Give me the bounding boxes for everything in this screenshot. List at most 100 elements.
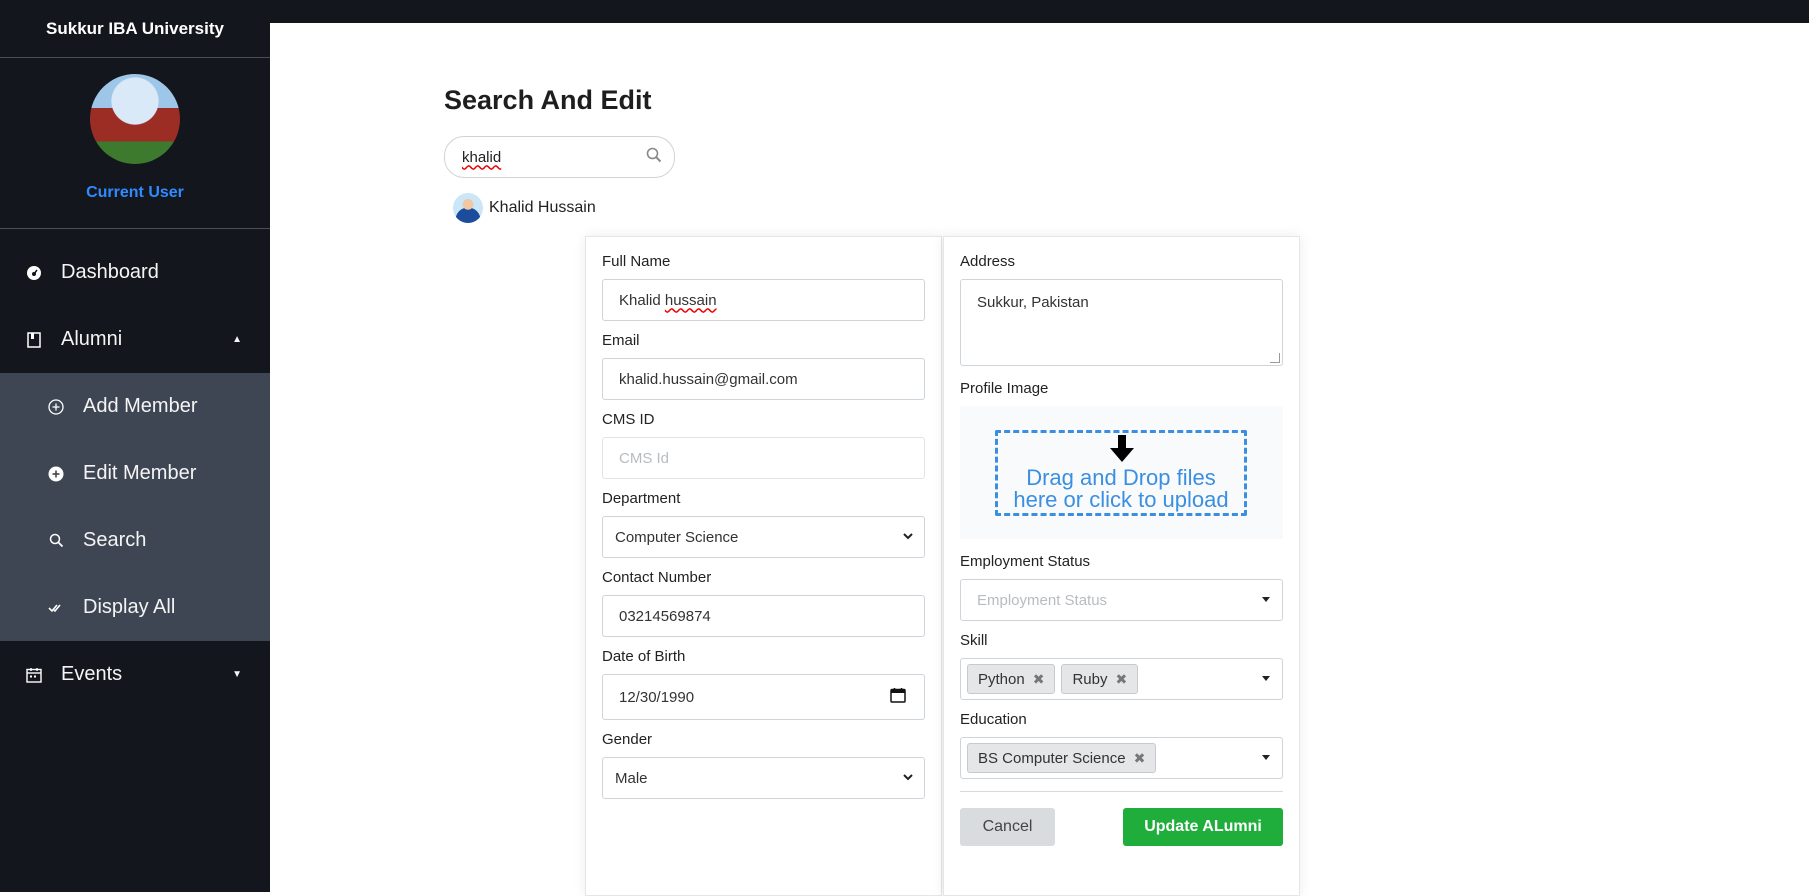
gender-label: Gender	[602, 731, 653, 748]
education-tag-label: BS Computer Science	[978, 749, 1126, 767]
search-icon[interactable]	[646, 147, 662, 163]
remove-tag-icon[interactable]: ✖	[1115, 671, 1127, 688]
email-label: Email	[602, 332, 640, 349]
sidebar-item-search[interactable]: Search	[0, 507, 270, 574]
email-group: Email khalid.hussain@gmail.com	[602, 332, 925, 400]
current-user-link[interactable]: Current User	[86, 184, 184, 202]
skill-group: Skill Python ✖ Ruby ✖	[960, 632, 1283, 700]
department-value: Computer Science	[615, 528, 739, 546]
skill-tag-label: Ruby	[1072, 670, 1108, 688]
education-tag: BS Computer Science ✖	[967, 743, 1157, 773]
avatar	[453, 193, 483, 223]
sidebar-item-dashboard[interactable]: Dashboard	[0, 239, 270, 306]
cancel-button[interactable]: Cancel	[960, 808, 1055, 846]
department-group: Department Computer Science	[602, 490, 925, 558]
full-name-last: hussain	[664, 291, 717, 309]
remove-tag-icon[interactable]: ✖	[1134, 750, 1146, 767]
calendar-icon[interactable]	[890, 687, 906, 703]
divider	[960, 791, 1283, 792]
education-multiselect[interactable]: BS Computer Science ✖	[960, 737, 1283, 779]
sidebar-item-label: Add Member	[83, 395, 198, 417]
file-dropzone[interactable]: Drag and Drop files here or click to upl…	[960, 406, 1283, 539]
caret-down-icon	[1260, 593, 1272, 608]
employment-status-select[interactable]: Employment Status	[960, 579, 1283, 621]
book-icon	[24, 330, 44, 350]
sidebar-item-alumni[interactable]: Alumni ▲	[0, 306, 270, 373]
plus-circle-filled-icon	[46, 464, 66, 484]
cms-group: CMS ID CMS Id	[602, 411, 925, 479]
form-left-column: Full Name Khalid hussain Email khalid.hu…	[585, 236, 942, 896]
main-content: Search And Edit khalid Khalid Hussain Fu…	[281, 23, 1809, 896]
sidebar-item-add-member[interactable]: Add Member	[0, 373, 270, 440]
skill-tag-label: Python	[978, 670, 1025, 688]
sidebar-item-display-all[interactable]: Display All	[0, 574, 270, 641]
address-textarea[interactable]: Sukkur, Pakistan	[960, 279, 1283, 366]
resize-handle[interactable]	[1270, 353, 1280, 363]
dashboard-gauge-icon	[24, 263, 44, 283]
full-name-field[interactable]: Khalid hussain	[602, 279, 925, 321]
dob-label: Date of Birth	[602, 648, 686, 665]
calendar-icon	[24, 665, 44, 685]
sidebar-item-label: Edit Member	[83, 462, 197, 484]
sidebar-item-edit-member[interactable]: Edit Member	[0, 440, 270, 507]
department-label: Department	[602, 490, 681, 507]
caret-up-icon: ▲	[232, 334, 242, 345]
sidebar-item-label: Dashboard	[61, 261, 159, 283]
education-group: Education BS Computer Science ✖	[960, 711, 1283, 779]
education-label: Education	[960, 711, 1027, 728]
caret-down-icon	[1260, 751, 1272, 766]
sidebar-item-label: Alumni	[61, 328, 123, 350]
caret-down-icon	[1260, 672, 1272, 687]
dropzone-line-1: Drag and Drop files	[1026, 465, 1216, 490]
sidebar-item-label: Display All	[83, 596, 176, 618]
contact-group: Contact Number 03214569874	[602, 569, 925, 637]
double-check-icon	[46, 598, 66, 618]
caret-down-icon: ▼	[232, 669, 242, 680]
chevron-down-icon	[902, 771, 914, 786]
profile-image-label: Profile Image	[960, 380, 1049, 397]
sidebar-item-label: Search	[83, 529, 147, 551]
full-name-group: Full Name Khalid hussain	[602, 253, 925, 321]
full-name-label: Full Name	[602, 253, 671, 270]
chevron-down-icon	[902, 530, 914, 545]
full-name-first: Khalid	[619, 291, 661, 309]
arrow-down-icon	[1110, 435, 1134, 462]
email-field[interactable]: khalid.hussain@gmail.com	[602, 358, 925, 400]
page-title: Search And Edit	[444, 85, 652, 115]
search-input-value: khalid	[462, 148, 502, 166]
update-alumni-button[interactable]: Update ALumni	[1123, 808, 1283, 846]
search-result-item[interactable]: Khalid Hussain	[453, 193, 596, 223]
form-actions: Cancel Update ALumni	[960, 808, 1283, 846]
employment-label: Employment Status	[960, 553, 1091, 570]
brand-title: Sukkur IBA University	[0, 0, 270, 58]
sidebar-item-events[interactable]: Events ▼	[0, 641, 270, 708]
search-icon	[46, 531, 66, 551]
skill-multiselect[interactable]: Python ✖ Ruby ✖	[960, 658, 1283, 700]
remove-tag-icon[interactable]: ✖	[1033, 671, 1045, 688]
search-result-name: Khalid Hussain	[489, 199, 596, 216]
dropzone-line-2: here or click to upload	[1013, 487, 1229, 512]
skill-tag: Python ✖	[967, 664, 1056, 694]
gender-select[interactable]: Male	[602, 757, 925, 799]
skill-tag: Ruby ✖	[1061, 664, 1139, 694]
avatar[interactable]	[90, 74, 180, 164]
contact-field[interactable]: 03214569874	[602, 595, 925, 637]
cms-id-field[interactable]: CMS Id	[602, 437, 925, 479]
cms-label: CMS ID	[602, 411, 655, 428]
alumni-submenu: Add Member Edit Member Search Display Al…	[0, 373, 270, 641]
address-label: Address	[960, 253, 1016, 270]
dob-group: Date of Birth 12/30/1990	[602, 648, 925, 720]
address-group: Address Sukkur, Pakistan	[960, 253, 1283, 366]
search-input[interactable]: khalid	[444, 136, 675, 178]
employment-group: Employment Status Employment Status	[960, 553, 1283, 621]
gender-group: Gender Male	[602, 731, 925, 799]
sidebar-item-label: Events	[61, 663, 123, 685]
date-of-birth-field[interactable]: 12/30/1990	[602, 674, 925, 720]
dob-value: 12/30/1990	[619, 688, 695, 706]
plus-circle-outline-icon	[46, 397, 66, 417]
dropzone-border: Drag and Drop files here or click to upl…	[995, 430, 1247, 516]
department-select[interactable]: Computer Science	[602, 516, 925, 558]
sidebar: Sukkur IBA University Current User Dashb…	[0, 0, 270, 892]
employment-placeholder: Employment Status	[977, 591, 1108, 609]
address-value: Sukkur, Pakistan	[977, 294, 1089, 311]
